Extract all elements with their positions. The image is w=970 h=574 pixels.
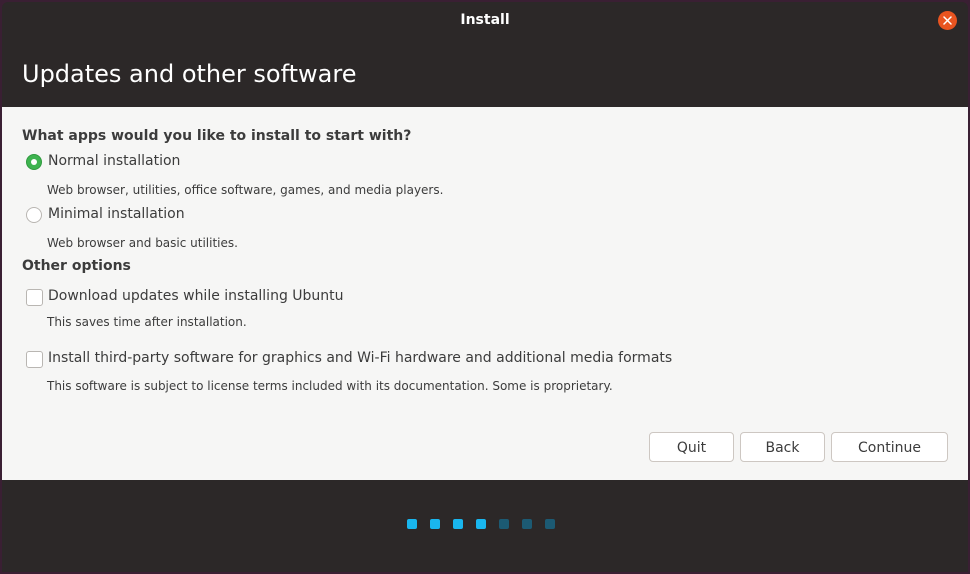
third-party-software-checkbox[interactable] (26, 351, 43, 368)
download-updates-description: This saves time after installation. (47, 315, 247, 329)
progress-step-dot (453, 519, 463, 529)
third-party-software-description: This software is subject to license term… (47, 379, 613, 393)
progress-step-dot (430, 519, 440, 529)
install-type-question: What apps would you like to install to s… (22, 128, 412, 144)
normal-installation-radio[interactable] (26, 154, 42, 170)
minimal-installation-description: Web browser and basic utilities. (47, 236, 238, 250)
close-icon (943, 16, 952, 25)
progress-step-dot (499, 519, 509, 529)
progress-step-dot (476, 519, 486, 529)
content-panel: What apps would you like to install to s… (2, 107, 968, 480)
other-options-heading: Other options (22, 258, 131, 274)
download-updates-label[interactable]: Download updates while installing Ubuntu (48, 288, 344, 304)
progress-step-dot (522, 519, 532, 529)
continue-button[interactable]: Continue (831, 432, 948, 462)
minimal-installation-label[interactable]: Minimal installation (48, 206, 185, 222)
quit-button[interactable]: Quit (649, 432, 734, 462)
progress-step-dot (407, 519, 417, 529)
installer-window: Install Updates and other software What … (2, 2, 968, 572)
normal-installation-label[interactable]: Normal installation (48, 153, 180, 169)
title-bar: Install (2, 2, 968, 40)
close-button[interactable] (938, 11, 957, 30)
normal-installation-description: Web browser, utilities, office software,… (47, 183, 444, 197)
back-button[interactable]: Back (740, 432, 825, 462)
minimal-installation-radio[interactable] (26, 207, 42, 223)
download-updates-checkbox[interactable] (26, 289, 43, 306)
page-title: Updates and other software (22, 60, 357, 88)
progress-step-dot (545, 519, 555, 529)
window-title: Install (460, 12, 510, 28)
third-party-software-label[interactable]: Install third-party software for graphic… (48, 350, 672, 366)
